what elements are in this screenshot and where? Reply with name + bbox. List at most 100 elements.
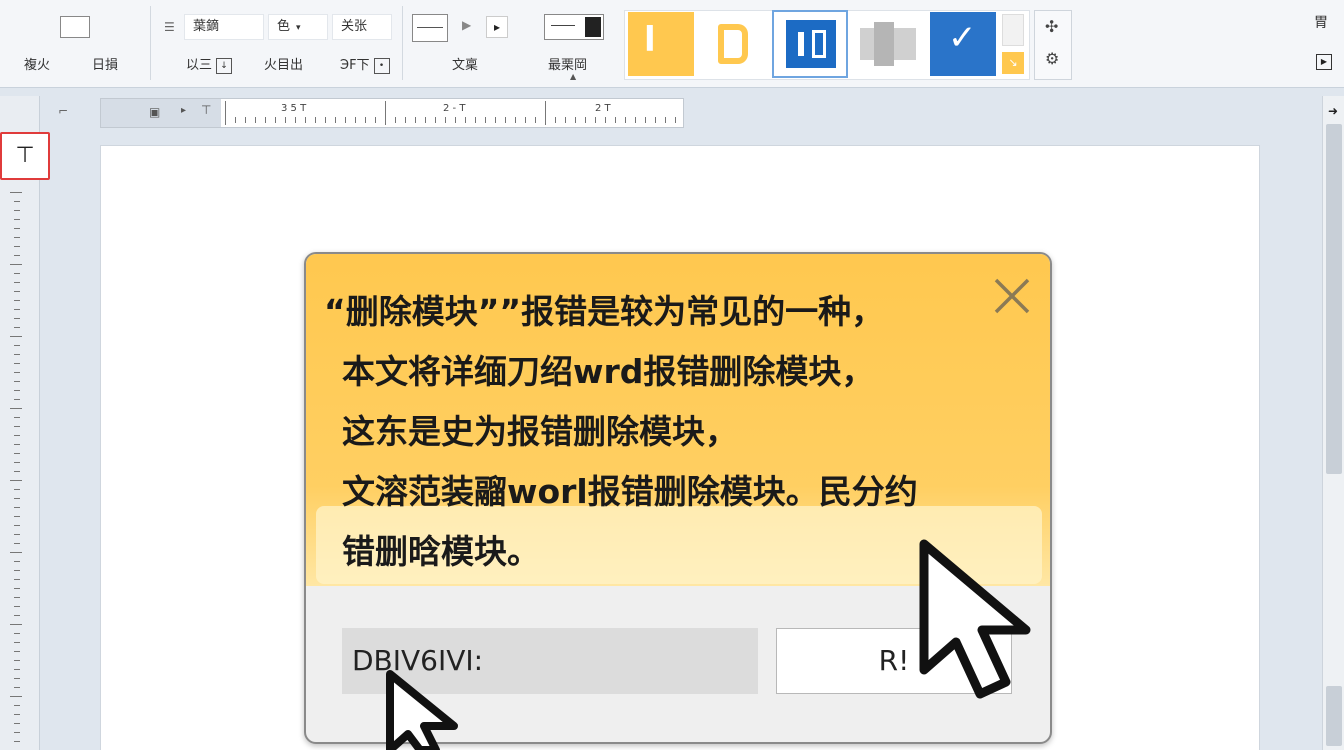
ruler-tick <box>14 372 20 373</box>
ruler-tick <box>14 723 20 724</box>
scrollbar-thumb-lower[interactable] <box>1326 686 1342 746</box>
ribbon-row2-item-3[interactable]: ЭF下 • <box>340 54 390 74</box>
ruler-tick <box>635 117 636 123</box>
ruler-tick <box>14 633 20 634</box>
tab-stop-marker-icon[interactable]: ▸ <box>181 105 186 116</box>
ribbon-row2-item-1[interactable]: 以三 ↓ <box>186 54 233 74</box>
ruler-tick <box>14 246 20 247</box>
clipboard-icon[interactable] <box>60 16 90 38</box>
style-tile-2[interactable] <box>698 12 768 76</box>
indent-marker-icon[interactable]: ▣ <box>149 105 160 119</box>
ribbon-row2-label-2: 火目出 <box>264 58 304 73</box>
play-icon[interactable]: ▶ <box>462 18 471 32</box>
ruler-tick <box>325 117 326 123</box>
ruler-tick <box>515 117 516 123</box>
ruler-tick <box>14 390 20 391</box>
style-tile-4[interactable] <box>852 12 924 76</box>
ruler-tick <box>505 117 506 123</box>
close-button[interactable] <box>990 274 1034 318</box>
mouse-pointer-small-icon <box>386 670 458 750</box>
style-tile-3-selected[interactable] <box>772 10 848 78</box>
textbox-icon[interactable] <box>412 14 448 42</box>
ribbon-label-b[interactable]: 日損 <box>92 54 118 73</box>
list-icon[interactable]: ☰ <box>164 20 175 34</box>
ruler-tick <box>605 117 606 123</box>
ruler-tick <box>275 117 276 123</box>
style-options-panel[interactable]: ✣ ⚙ <box>1034 10 1072 80</box>
style-tile-1[interactable]: l <box>628 12 694 76</box>
ruler-tick <box>10 552 22 553</box>
ruler-tick <box>14 705 20 706</box>
ruler-tick <box>14 642 20 643</box>
tab-marker-icon[interactable]: ⌐ <box>58 104 68 118</box>
next-arrow-icon[interactable]: ▸ <box>486 16 508 38</box>
ruler-tick <box>335 117 336 123</box>
ruler-tick <box>315 117 316 123</box>
ruler-tick <box>10 192 22 193</box>
message-line-1: “删除模块””报错是较为常见的一种， <box>324 292 885 331</box>
ribbon-collapse-icon[interactable]: ▶ <box>1316 54 1332 70</box>
hanging-indent-icon[interactable]: ⊤ <box>201 103 211 117</box>
ruler-tick <box>245 117 246 123</box>
ruler-tick <box>14 300 20 301</box>
horizontal-ruler: ▣ ▸ ⊤ 3 5 T 2 - T 2 T <box>100 98 684 128</box>
ruler-tick <box>14 507 20 508</box>
ribbon-row2-item-2[interactable]: 火目出 <box>264 54 303 73</box>
ribbon-row2-label-3: ЭF下 <box>340 58 370 73</box>
ruler-tick <box>535 117 536 123</box>
ruler-tick <box>615 117 616 123</box>
ruler-tick <box>525 117 526 123</box>
ruler-tick <box>575 117 576 123</box>
ruler-tick <box>595 117 596 123</box>
ruler-tick <box>425 117 426 123</box>
ruler-tick <box>14 435 20 436</box>
ruler-tick <box>545 101 546 125</box>
font-name-dropdown[interactable]: 葉鏑 <box>184 14 264 40</box>
message-line-5: 错删晗模块。 <box>342 532 540 571</box>
ruler-tick <box>445 117 446 123</box>
ruler-tick <box>14 426 20 427</box>
ruler-tick <box>14 534 20 535</box>
scrollbar-thumb[interactable] <box>1326 124 1342 474</box>
ruler-tick <box>10 264 22 265</box>
ruler-tick <box>305 117 306 123</box>
ruler-tick <box>235 117 236 123</box>
style-tile-2-shape <box>718 24 748 64</box>
expand-caret-icon[interactable]: ▲ <box>570 72 576 81</box>
ruler-number-3: 2 T <box>595 103 611 114</box>
ruler-number-2: 2 - T <box>443 103 466 114</box>
ruler-tick <box>585 117 586 123</box>
font-style-dropdown[interactable]: 关张 <box>332 14 392 40</box>
font-color-dropdown[interactable]: 色 ▾ <box>268 14 328 40</box>
gallery-scroll-up[interactable] <box>1002 14 1024 46</box>
ruler-tick <box>14 570 20 571</box>
ruler-tick <box>14 471 20 472</box>
ribbon-row2-box-3: • <box>373 57 390 74</box>
style-tile-1-glyph: l <box>644 20 656 60</box>
ruler-tick <box>225 101 226 125</box>
gallery-expand-button[interactable]: ↘ <box>1002 52 1024 74</box>
ruler-tick <box>10 480 22 481</box>
scroll-down-arrow-icon[interactable]: ➜ <box>1328 104 1338 118</box>
ribbon-options-icon[interactable]: 胃 <box>1314 12 1328 32</box>
ruler-tick <box>10 336 22 337</box>
ribbon-label-a[interactable]: 複火 <box>24 54 50 73</box>
ruler-tick <box>385 101 386 125</box>
tab-selector-button[interactable]: ⊤ <box>0 132 50 180</box>
layout-icon[interactable] <box>544 14 604 40</box>
style-tile-5[interactable]: ✓ <box>930 12 996 76</box>
ruler-tick <box>625 117 626 123</box>
message-line-2: 本文将详缅刀绍wrd报错删除模块， <box>342 352 875 391</box>
ruler-tick <box>14 687 20 688</box>
gallery-group-label[interactable]: 最栗岡 <box>548 54 587 73</box>
text-group-label[interactable]: 文稟 <box>452 54 478 73</box>
ruler-tick <box>14 345 20 346</box>
vertical-scrollbar[interactable]: ➜ <box>1322 96 1344 750</box>
ruler-number-1: 3 5 T <box>281 103 307 114</box>
ruler-tick <box>14 498 20 499</box>
ruler-tick <box>655 117 656 123</box>
ruler-tick <box>405 117 406 123</box>
ruler-tick <box>14 741 20 742</box>
ruler-tick <box>14 678 20 679</box>
ruler-tick <box>14 489 20 490</box>
